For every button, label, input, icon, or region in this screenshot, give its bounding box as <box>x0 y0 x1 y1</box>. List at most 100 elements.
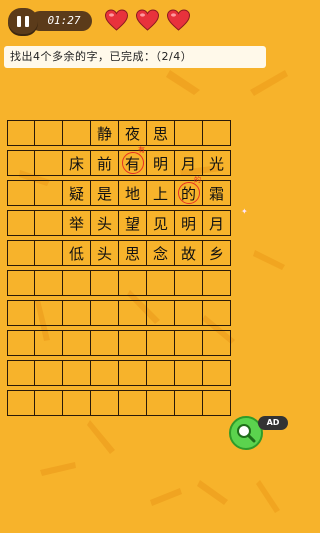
grid-cell <box>7 180 35 206</box>
grid-cell <box>63 120 91 146</box>
grid-row <box>7 270 231 296</box>
grid-cell[interactable]: 低 <box>63 240 91 266</box>
grid-row <box>7 360 231 386</box>
grid-cell <box>203 270 231 296</box>
grid-cell[interactable]: 头 <box>91 240 119 266</box>
found-hint: 有 <box>138 146 145 154</box>
grid-cell <box>203 360 231 386</box>
grid-cell <box>203 120 231 146</box>
grid-cell <box>35 390 63 416</box>
pause-button[interactable] <box>8 8 38 34</box>
grid-cell <box>175 300 203 326</box>
grid-cell[interactable]: 明 <box>147 150 175 176</box>
grid-row: 低头思念故乡 <box>7 240 231 266</box>
instruction-banner: 找出4个多余的字，已完成：（2/4） <box>4 46 266 68</box>
grid-cell <box>175 330 203 356</box>
grid-cell <box>7 240 35 266</box>
grid-row: 举头望见明月 <box>7 210 231 236</box>
poem-grid: 静夜思床前有有明月光疑是地上的的霜举头望见明月低头思念故乡 <box>7 120 231 420</box>
grid-cell <box>91 390 119 416</box>
grid-cell <box>7 300 35 326</box>
grid-cell <box>203 330 231 356</box>
grid-cell <box>119 390 147 416</box>
top-bar: 01:27 <box>0 0 300 40</box>
grid-cell <box>147 270 175 296</box>
grid-cell <box>7 390 35 416</box>
grid-cell <box>175 390 203 416</box>
grid-cell[interactable]: 床 <box>63 150 91 176</box>
grid-cell <box>147 390 175 416</box>
grid-cell[interactable]: 见 <box>147 210 175 236</box>
grid-cell <box>35 240 63 266</box>
grid-cell <box>147 360 175 386</box>
grid-cell <box>91 300 119 326</box>
grid-cell <box>147 330 175 356</box>
grid-cell <box>63 360 91 386</box>
grid-cell <box>7 270 35 296</box>
grid-cell <box>35 120 63 146</box>
grid-row: 床前有有明月光 <box>7 146 231 176</box>
grid-cell <box>203 300 231 326</box>
heart-icon <box>104 9 129 31</box>
grid-cell[interactable]: 静 <box>91 120 119 146</box>
grid-cell <box>63 390 91 416</box>
grid-cell <box>35 330 63 356</box>
grid-cell[interactable]: 是 <box>91 180 119 206</box>
grid-cell <box>35 270 63 296</box>
grid-cell <box>147 300 175 326</box>
grid-cell[interactable]: 上 <box>147 180 175 206</box>
grid-cell <box>35 300 63 326</box>
grid-cell <box>175 120 203 146</box>
grid-cell[interactable]: 月 <box>175 150 203 176</box>
grid-cell[interactable]: 头 <box>91 210 119 236</box>
grid-cell <box>7 330 35 356</box>
grid-cell[interactable]: 明 <box>175 210 203 236</box>
grid-cell <box>91 360 119 386</box>
grid-row: 疑是地上的的霜 <box>7 176 231 206</box>
grid-cell <box>35 210 63 236</box>
grid-cell <box>35 360 63 386</box>
pause-icon <box>15 15 31 27</box>
grid-cell <box>91 330 119 356</box>
timer: 01:27 <box>30 11 92 31</box>
grid-cell[interactable]: 月 <box>203 210 231 236</box>
grid-cell[interactable]: 思 <box>119 240 147 266</box>
grid-cell[interactable]: 故 <box>175 240 203 266</box>
grid-cell[interactable]: 疑 <box>63 180 91 206</box>
grid-cell <box>119 270 147 296</box>
grid-cell <box>7 120 35 146</box>
grid-cell-found[interactable]: 有有 <box>119 146 147 176</box>
grid-cell <box>63 330 91 356</box>
grid-cell-found[interactable]: 的的 <box>175 176 203 206</box>
grid-cell[interactable]: 念 <box>147 240 175 266</box>
grid-cell <box>203 390 231 416</box>
grid-cell[interactable]: 光 <box>203 150 231 176</box>
grid-cell <box>7 150 35 176</box>
grid-cell <box>175 270 203 296</box>
grid-cell <box>7 360 35 386</box>
grid-cell[interactable]: 思 <box>147 120 175 146</box>
grid-cell[interactable]: 前 <box>91 150 119 176</box>
grid-row: 静夜思 <box>7 120 231 146</box>
grid-cell[interactable]: 地 <box>119 180 147 206</box>
grid-cell[interactable]: 乡 <box>203 240 231 266</box>
grid-cell[interactable]: 夜 <box>119 120 147 146</box>
grid-cell <box>91 270 119 296</box>
grid-cell[interactable]: 霜 <box>203 180 231 206</box>
sparkle-icon: ✦ <box>241 207 248 216</box>
lives-hearts <box>104 9 191 31</box>
grid-cell[interactable]: 举 <box>63 210 91 236</box>
grid-row <box>7 390 231 416</box>
grid-row <box>7 300 231 326</box>
found-hint: 的 <box>194 176 201 184</box>
ad-badge: AD <box>258 416 288 430</box>
grid-cell[interactable]: 望 <box>119 210 147 236</box>
grid-cell <box>119 300 147 326</box>
grid-row <box>7 330 231 356</box>
grid-cell <box>119 330 147 356</box>
grid-cell <box>35 180 63 206</box>
grid-cell <box>63 270 91 296</box>
magnifier-icon <box>237 424 256 443</box>
grid-cell <box>119 360 147 386</box>
grid-cell <box>7 210 35 236</box>
